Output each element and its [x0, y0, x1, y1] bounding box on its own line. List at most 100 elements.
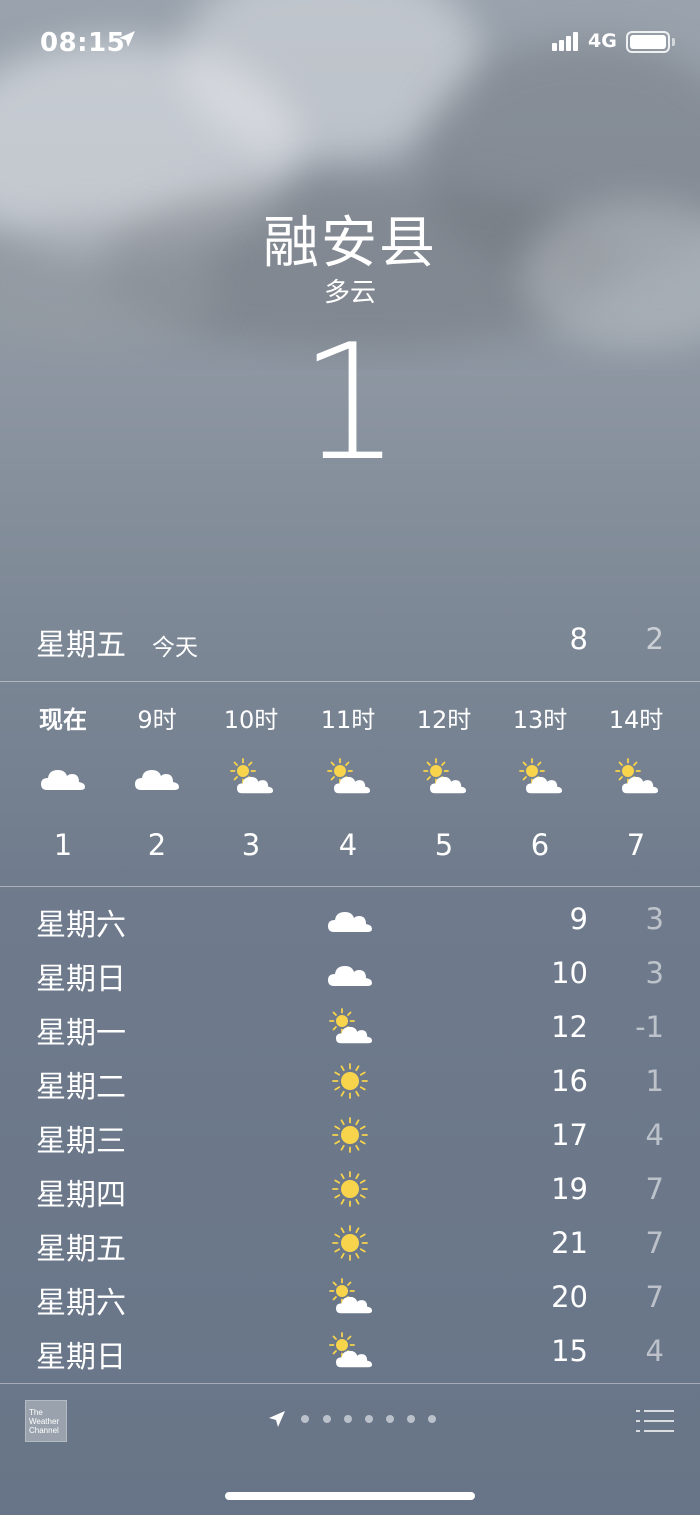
- daily-row: 星期六 9 3: [0, 894, 700, 948]
- page-dot[interactable]: [428, 1415, 436, 1423]
- day-name: 星期一: [36, 1016, 126, 1051]
- day-name: 星期日: [36, 1340, 126, 1375]
- daily-row: 星期三 17 4: [0, 1110, 700, 1164]
- day-low-temp: 4: [645, 1118, 664, 1152]
- day-name: 星期六: [36, 1286, 126, 1321]
- hourly-item: 10时 3: [203, 682, 299, 886]
- day-high-temp: 17: [551, 1118, 588, 1152]
- day-name: 星期三: [36, 1124, 126, 1159]
- hour-label: 14时: [608, 706, 664, 734]
- hour-label: 13时: [512, 706, 568, 734]
- partly-cloudy-icon: [614, 758, 659, 794]
- day-name: 星期日: [36, 962, 126, 997]
- today-label: 今天: [152, 635, 198, 661]
- location-services-icon: [119, 31, 135, 47]
- home-indicator[interactable]: [225, 1492, 475, 1500]
- day-low-temp: 7: [645, 1226, 664, 1260]
- page-dot[interactable]: [407, 1415, 415, 1423]
- hour-temp: 7: [626, 828, 646, 862]
- hour-temp: 2: [147, 828, 167, 862]
- weather-channel-logo[interactable]: The Weather Channel: [25, 1400, 67, 1442]
- daily-row: 星期四 19 7: [0, 1164, 700, 1218]
- page-dot[interactable]: [301, 1415, 309, 1423]
- day-low-temp: 7: [645, 1172, 664, 1206]
- day-low-temp: 3: [645, 956, 664, 990]
- hourly-item: 13时 6: [492, 682, 588, 886]
- hour-label: 9时: [137, 706, 177, 734]
- hour-temp: 5: [434, 828, 454, 862]
- day-high-temp: 15: [551, 1334, 588, 1368]
- day-name: 星期五: [36, 1232, 126, 1267]
- today-day-name: 星期五: [36, 628, 126, 663]
- hourly-item: 11时 4: [300, 682, 396, 886]
- daily-row: 星期六 20 7: [0, 1272, 700, 1326]
- hour-temp: 6: [530, 828, 550, 862]
- partly-cloudy-icon: [518, 758, 563, 794]
- partly-cloudy-icon: [328, 1008, 373, 1046]
- day-low-temp: 4: [645, 1334, 664, 1368]
- partly-cloudy-icon: [328, 1332, 373, 1370]
- page-dot[interactable]: [365, 1415, 373, 1423]
- hour-temp: 4: [338, 828, 358, 862]
- today-low-temp: 2: [645, 622, 664, 656]
- sun-icon: [328, 1170, 372, 1208]
- status-bar: 08:15 4G: [0, 0, 700, 84]
- day-high-temp: 16: [551, 1064, 588, 1098]
- list-icon[interactable]: [636, 1410, 674, 1432]
- day-name: 星期四: [36, 1178, 126, 1213]
- sun-icon: [328, 1062, 372, 1100]
- day-high-temp: 21: [551, 1226, 588, 1260]
- hour-label: 10时: [223, 706, 279, 734]
- partly-cloudy-icon: [326, 758, 371, 794]
- current-temperature: 1: [299, 309, 401, 496]
- hourly-item: 9时 2: [109, 682, 205, 886]
- status-time: 08:15: [40, 28, 126, 58]
- day-low-temp: 1: [645, 1064, 664, 1098]
- daily-row: 星期二 16 1: [0, 1056, 700, 1110]
- day-high-temp: 19: [551, 1172, 588, 1206]
- hour-temp: 1: [53, 828, 73, 862]
- hourly-forecast[interactable]: 现在 1 9时 2 10时 3 11时 4 12时 5 13时 6 14时 7: [0, 682, 700, 886]
- page-dot[interactable]: [323, 1415, 331, 1423]
- day-high-temp: 12: [551, 1010, 588, 1044]
- day-high-temp: 20: [551, 1280, 588, 1314]
- day-high-temp: 10: [551, 956, 588, 990]
- daily-row: 星期一 12 -1: [0, 1002, 700, 1056]
- today-summary: 星期五 今天 8 2: [0, 612, 700, 672]
- day-name: 星期六: [36, 908, 126, 943]
- partly-cloudy-icon: [328, 1278, 373, 1316]
- battery-tip: [672, 38, 675, 46]
- hour-label: 现在: [39, 706, 87, 734]
- page-dot[interactable]: [386, 1415, 394, 1423]
- hour-label: 11时: [320, 706, 376, 734]
- divider: [0, 886, 700, 887]
- hourly-item: 12时 5: [396, 682, 492, 886]
- hourly-item: 现在 1: [15, 682, 111, 886]
- city-name: 融安县: [263, 211, 437, 276]
- sun-icon: [328, 1224, 372, 1262]
- cloud-icon: [135, 758, 179, 794]
- battery-icon: [626, 31, 670, 53]
- daily-row: 星期日 10 3: [0, 948, 700, 1002]
- partly-cloudy-icon: [422, 758, 467, 794]
- day-low-temp: 3: [645, 902, 664, 936]
- day-low-temp: 7: [645, 1280, 664, 1314]
- cloud-icon: [328, 954, 372, 992]
- weather-condition: 多云: [323, 278, 376, 308]
- day-low-temp: -1: [635, 1010, 664, 1044]
- daily-row: 星期五 21 7: [0, 1218, 700, 1272]
- hour-label: 12时: [416, 706, 472, 734]
- cellular-signal-icon: [552, 31, 582, 51]
- hourly-item: 14时 7: [588, 682, 684, 886]
- day-high-temp: 9: [569, 902, 588, 936]
- cloud-icon: [328, 900, 372, 938]
- sun-icon: [328, 1116, 372, 1154]
- partly-cloudy-icon: [229, 758, 274, 794]
- page-dot[interactable]: [344, 1415, 352, 1423]
- today-high-temp: 8: [569, 622, 588, 656]
- hour-temp: 3: [241, 828, 261, 862]
- network-type: 4G: [588, 30, 617, 52]
- daily-row: 星期日 15 4: [0, 1326, 700, 1380]
- cloud-icon: [41, 758, 85, 794]
- day-name: 星期二: [36, 1070, 126, 1105]
